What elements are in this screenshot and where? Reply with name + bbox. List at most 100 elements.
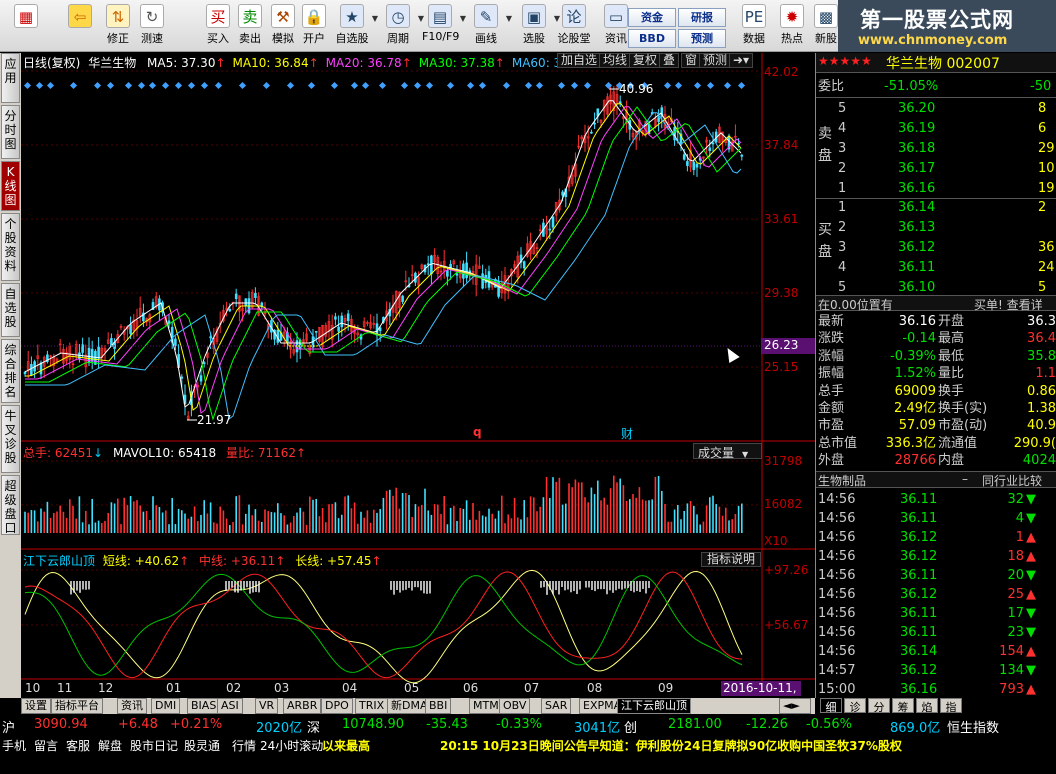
toolbar-button-8[interactable]: ★ 自选股 ▼ <box>334 2 378 50</box>
toolbar-button-15[interactable]: PE 数据 <box>736 2 772 50</box>
down-arrow-icon: ↓ <box>93 446 104 460</box>
toolbar-button-16[interactable]: ✹ 热点 <box>774 2 810 50</box>
sh-index-label[interactable]: 沪 <box>2 717 15 736</box>
collapse-icon[interactable]: – <box>962 472 968 486</box>
toolbar-button-12[interactable]: ▣ 选股 ▼ <box>516 2 560 50</box>
month-tick-label: 01 <box>166 681 182 695</box>
toolbar-button-0[interactable]: ▦ <box>4 2 48 50</box>
quote-tab-4[interactable]: 焰 <box>916 698 938 714</box>
capital-flow-button[interactable]: 资金 <box>628 8 676 27</box>
status-item-4[interactable]: 股市日记 <box>130 737 178 754</box>
indicator-tab-3[interactable]: DMI <box>151 698 181 714</box>
position-info-bar[interactable]: 在0.00位置有 买单! 查看详 <box>816 295 1056 313</box>
indicator-tab-14[interactable]: SAR <box>541 698 572 714</box>
status-item-6[interactable]: 行情 <box>232 737 256 754</box>
toolbar-button-7[interactable]: 🔒 开户 <box>296 2 332 50</box>
bid-row[interactable]: 1 36.14 2 <box>818 198 1056 217</box>
status-item-3[interactable]: 解盘 <box>98 737 122 754</box>
toolbar-button-11[interactable]: ✎ 画线 ▼ <box>468 2 512 50</box>
chevron-down-icon[interactable]: ▼ <box>460 14 466 23</box>
ask-row[interactable]: 4 36.19 6 <box>818 119 1056 138</box>
research-report-button[interactable]: 研报 <box>678 8 726 27</box>
left-tab-4[interactable]: 自选股 <box>1 283 20 337</box>
news-ticker[interactable]: 20:15 10月23日晚间公告早知道：伊利股份24日复牌拟90亿收购中国圣牧3… <box>440 737 902 754</box>
toolbar-button-1[interactable]: ⇦ <box>58 2 102 50</box>
indicator-help-button[interactable]: 指标说明 <box>701 552 761 567</box>
left-tab-0[interactable]: 应用 <box>1 53 20 103</box>
chart-toolbar-button-1[interactable]: 均线 <box>599 53 632 68</box>
chart-toolbar-button-5[interactable]: 预测 <box>699 53 732 68</box>
cy-index-label[interactable]: 创 <box>624 717 637 736</box>
toolbar-button-2[interactable]: ⇅ 修正 <box>100 2 136 50</box>
up-arrow-icon: ↑ <box>494 56 505 70</box>
left-tab-2[interactable]: K线图 <box>1 161 20 211</box>
indicator-tab-12[interactable]: MTM <box>469 698 503 714</box>
toolbar-button-label: 画线 <box>475 32 497 45</box>
ask-row[interactable]: 1 36.16 19 <box>818 179 1056 198</box>
left-tab-1[interactable]: 分时图 <box>1 105 20 159</box>
chevron-down-icon[interactable]: ▼ <box>372 14 378 23</box>
sz-index-label[interactable]: 深 <box>307 717 320 736</box>
toolbar-button-5[interactable]: 卖卖出 <box>232 2 268 50</box>
indicator-tab-13[interactable]: OBV <box>499 698 531 714</box>
status-item-2[interactable]: 客服 <box>66 737 90 754</box>
up-arrow-icon: ↑ <box>371 554 382 568</box>
left-tab-7[interactable]: 超级盘口 <box>1 475 20 535</box>
status-item-5[interactable]: 股灵通 <box>184 737 220 754</box>
indicator-tab-0[interactable]: 设置 <box>21 698 51 714</box>
forecast-button[interactable]: 预测 <box>678 29 726 48</box>
stat-row: 市盈 57.09 市盈(动) 40.9 <box>818 417 1056 434</box>
left-tab-3[interactable]: 个股资料 <box>1 213 20 281</box>
tab-scroll-arrows-icon[interactable]: ◄► <box>779 698 811 714</box>
financial-report-marker[interactable]: 财 <box>621 425 633 442</box>
tick-price: 36.11 <box>900 492 938 507</box>
status-item-1[interactable]: 留言 <box>34 737 58 754</box>
chart-toolbar-button-4[interactable]: 窗 <box>681 53 702 68</box>
status-item-0[interactable]: 手机 <box>2 737 26 754</box>
indicator-tab-2[interactable]: 资讯 <box>117 698 147 714</box>
chart-toolbar-button-0[interactable]: 加自选 <box>557 53 602 68</box>
indicator-tab-16[interactable]: 江下云郎山顶 <box>617 698 691 714</box>
ask-row[interactable]: 2 36.17 10 <box>818 159 1056 178</box>
volume-indicator-select[interactable]: 成交量 ▼ <box>693 443 762 460</box>
menu-arrow-icon[interactable]: ➜▾ <box>729 53 753 68</box>
left-tab-5[interactable]: 综合排名 <box>1 339 20 403</box>
view-detail-link[interactable]: 买单! 查看详 <box>974 296 1043 313</box>
sh-index-pct: +0.21% <box>170 717 223 732</box>
left-tab-6[interactable]: 牛叉诊股 <box>1 405 20 473</box>
bid-row[interactable]: 3 36.12 36 <box>818 238 1056 257</box>
down-arrow-icon: ▼ <box>1026 568 1036 583</box>
toolbar-button-13[interactable]: 论论股堂 <box>556 2 592 50</box>
bid-row[interactable]: 2 36.13 <box>818 218 1056 237</box>
indicator-tab-4[interactable]: BIAS <box>187 698 221 714</box>
quote-tab-5[interactable]: 指 <box>940 698 962 714</box>
toolbar-button-10[interactable]: ▤ F10/F9 ▼ <box>422 2 466 50</box>
chart-toolbar-button-2[interactable]: 复权 <box>629 53 662 68</box>
chart-toolbar-button-3[interactable]: 叠 <box>659 53 680 68</box>
event-marker-q[interactable]: q <box>473 425 482 439</box>
indicator-tab-11[interactable]: BBI <box>425 698 452 714</box>
toolbar-button-9[interactable]: ◷ 周期 ▼ <box>380 2 424 50</box>
quote-tab-2[interactable]: 分 <box>868 698 890 714</box>
toolbar-button-3[interactable]: ↻ 测速 <box>134 2 170 50</box>
indicator-tab-9[interactable]: TRIX <box>355 698 389 714</box>
kline-chart-area[interactable]: 日线(复权) 华兰生物 MA5: 37.30↑ MA10: 36.84↑ MA20:… <box>21 53 815 711</box>
indicator-tab-1[interactable]: 指标平台 <box>51 698 103 714</box>
ask-row[interactable]: 5 36.20 8 <box>818 99 1056 118</box>
status-item-7[interactable]: 24小时滚动 <box>260 737 323 754</box>
toolbar-button-4[interactable]: 买买入 <box>200 2 236 50</box>
industry-compare-button[interactable]: 同行业比较 <box>982 472 1042 489</box>
tick-time: 14:57 <box>818 663 856 678</box>
indicator-tab-8[interactable]: DPO <box>321 698 353 714</box>
indicator-tab-7[interactable]: ARBR <box>283 698 322 714</box>
quote-tab-3[interactable]: 筹 <box>892 698 914 714</box>
indicator-tab-6[interactable]: VR <box>255 698 279 714</box>
ask-row[interactable]: 3 36.18 29 <box>818 139 1056 158</box>
quote-tab-0[interactable]: 细 <box>820 698 842 714</box>
indicator-tab-5[interactable]: ASI <box>217 698 243 714</box>
bid-row[interactable]: 4 36.11 24 <box>818 258 1056 277</box>
bbd-button[interactable]: BBD <box>628 29 676 48</box>
chevron-down-icon[interactable]: ▼ <box>506 14 512 23</box>
hang-seng-label[interactable]: 恒生指数 <box>947 717 999 736</box>
quote-tab-1[interactable]: 诊 <box>844 698 866 714</box>
